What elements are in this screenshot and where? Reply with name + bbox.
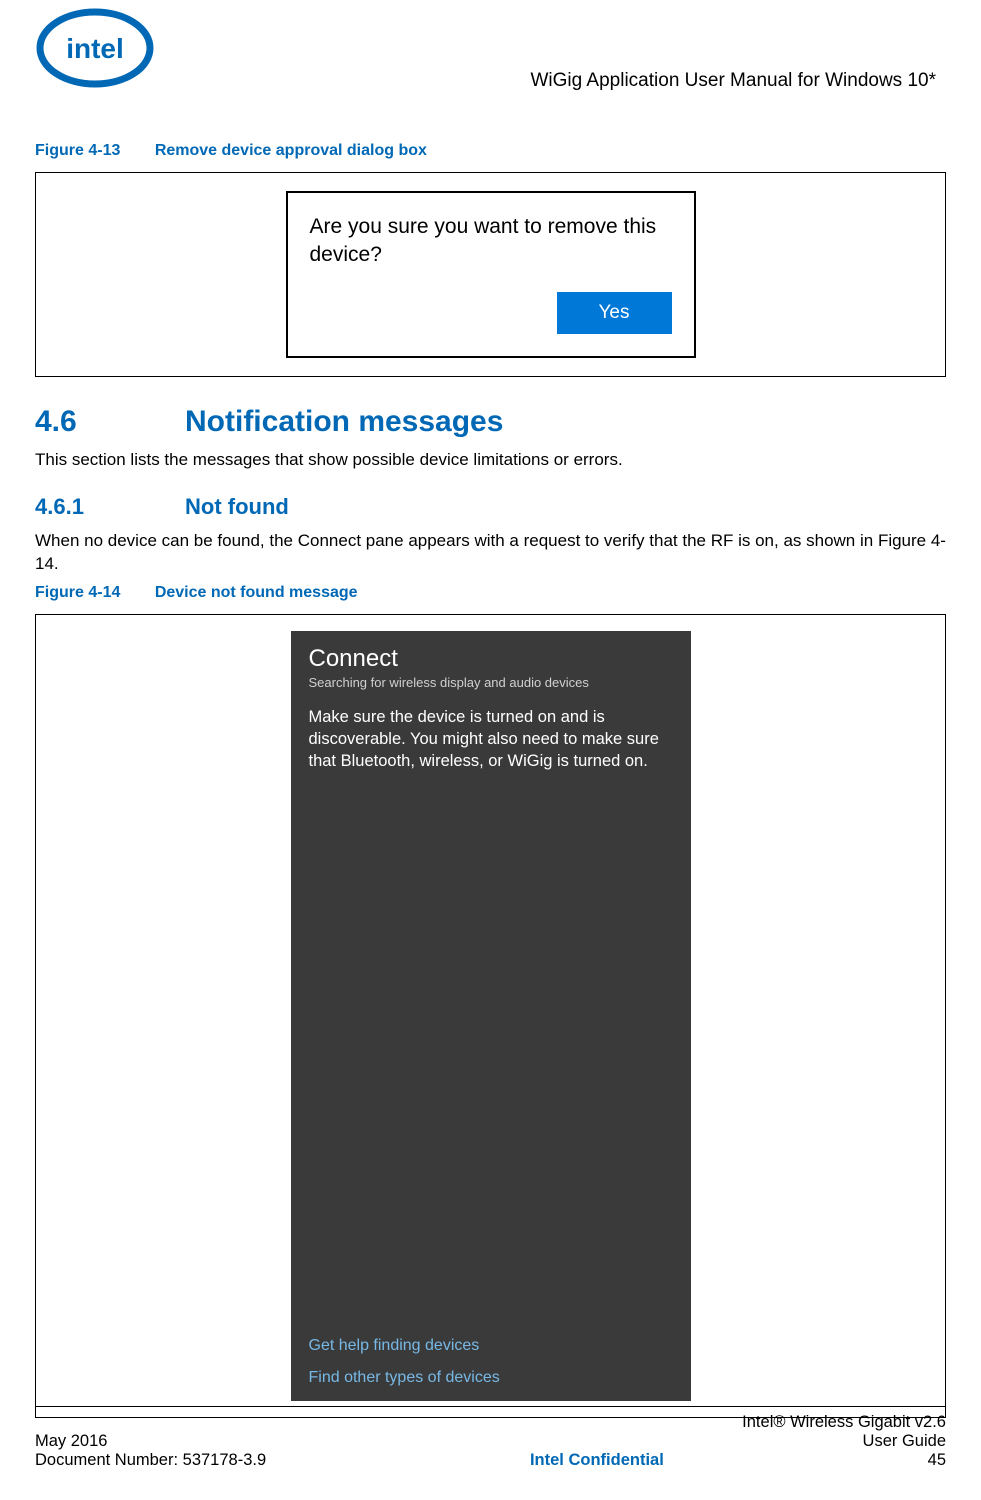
yes-button[interactable]: Yes [557, 292, 672, 334]
section-4-6-heading: 4.6Notification messages [35, 405, 946, 439]
figure-title: Device not found message [155, 584, 358, 601]
page-footer: Intel® Wireless Gigabit v2.6 May 2016 Us… [35, 1406, 946, 1470]
figure-4-13-caption: Figure 4-13 Remove device approval dialo… [35, 142, 946, 160]
connect-pane-message: Make sure the device is turned on and is… [309, 706, 673, 773]
subsection-title: Not found [185, 494, 289, 519]
footer-pagenum: 45 [928, 1451, 946, 1470]
header-title: WiGig Application User Manual for Window… [35, 0, 946, 92]
figure-number: Figure 4-14 [35, 584, 120, 601]
dialog-message: Are you sure you want to remove this dev… [310, 213, 672, 270]
get-help-link[interactable]: Get help finding devices [309, 1337, 500, 1355]
section-4-6-1-heading: 4.6.1Not found [35, 494, 946, 520]
footer-confidential: Intel Confidential [266, 1451, 928, 1470]
footer-date: May 2016 [35, 1432, 107, 1451]
svg-text:intel: intel [66, 33, 124, 64]
section-number: 4.6 [35, 405, 185, 439]
figure-4-14-box: Connect Searching for wireless display a… [35, 614, 946, 1418]
footer-guide: User Guide [863, 1432, 946, 1451]
connect-pane: Connect Searching for wireless display a… [291, 631, 691, 1401]
footer-docnum: Document Number: 537178-3.9 [35, 1451, 266, 1470]
intel-logo: intel [35, 8, 155, 93]
connect-pane-subtitle: Searching for wireless display and audio… [309, 675, 673, 690]
footer-product: Intel® Wireless Gigabit v2.6 [742, 1413, 946, 1432]
find-other-link[interactable]: Find other types of devices [309, 1369, 500, 1387]
figure-title: Remove device approval dialog box [155, 142, 427, 159]
connect-pane-title: Connect [309, 645, 673, 673]
remove-device-dialog: Are you sure you want to remove this dev… [286, 191, 696, 358]
section-title: Notification messages [185, 405, 503, 438]
figure-number: Figure 4-13 [35, 142, 120, 159]
section-4-6-intro: This section lists the messages that sho… [35, 449, 946, 472]
figure-4-14-caption: Figure 4-14 Device not found message [35, 584, 946, 602]
subsection-number: 4.6.1 [35, 494, 185, 520]
section-4-6-1-body: When no device can be found, the Connect… [35, 530, 946, 576]
figure-4-13-box: Are you sure you want to remove this dev… [35, 172, 946, 377]
